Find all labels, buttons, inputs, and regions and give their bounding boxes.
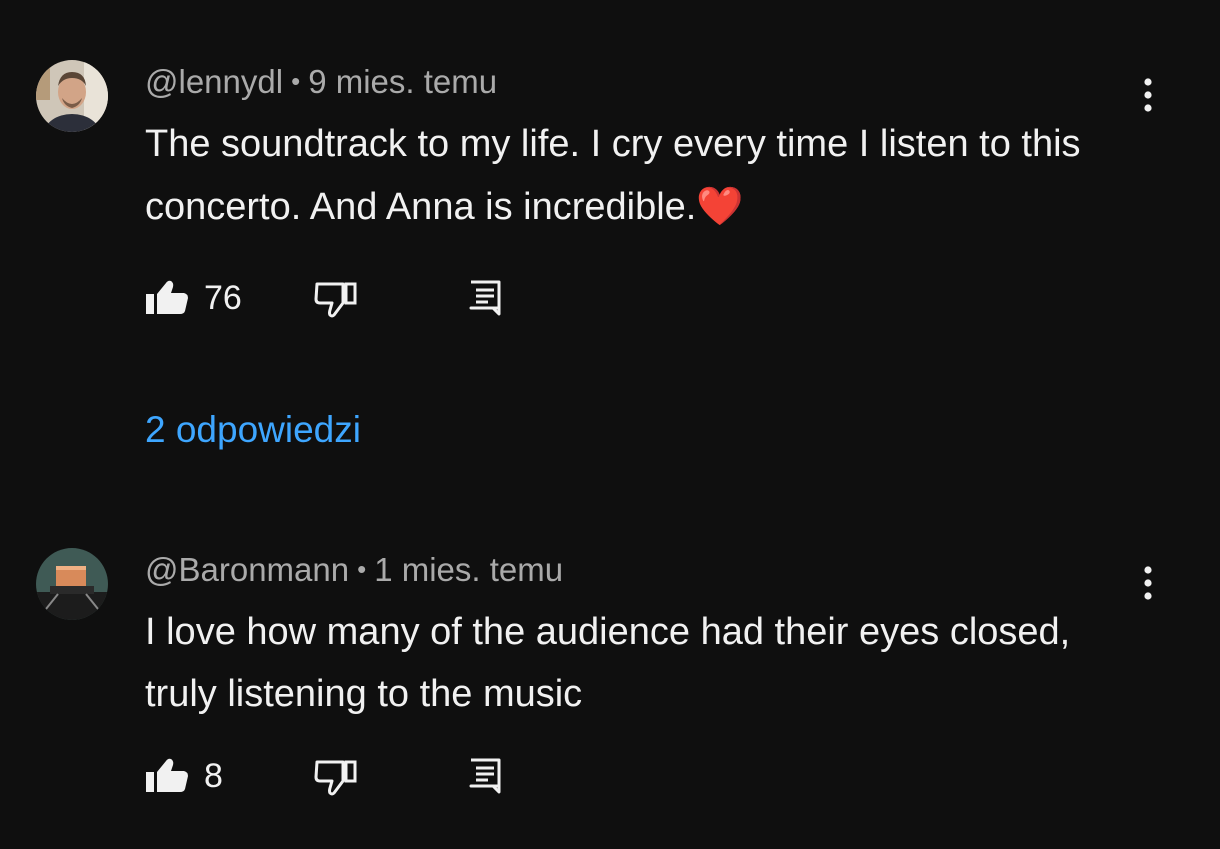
like-button[interactable] [145,754,189,798]
more-options-button[interactable] [1132,562,1164,602]
author-name[interactable]: @lennydl [145,63,283,100]
dislike-button[interactable] [313,754,359,798]
avatar[interactable] [36,548,108,620]
comments-section: @lennydl • 9 mies. temu The soundtrack to … [0,0,1220,849]
comment-meta: @Baronmann • 1 mies. temu [145,548,563,591]
view-replies-link[interactable]: 2 odpowiedzi [145,408,361,452]
comment-body: I love how many of the audience had thei… [145,611,1071,715]
comment-text: The soundtrack to my life. I cry every t… [145,113,1125,238]
author-name[interactable]: @Baronmann [145,551,349,588]
thumb-down-icon [314,760,357,796]
heart-emoji: ❤️ [696,184,744,228]
more-options-button[interactable] [1132,74,1164,114]
thumb-up-icon [146,280,188,314]
reply-button[interactable] [467,276,503,320]
reply-icon [469,280,501,316]
dislike-button[interactable] [313,276,359,320]
comment-time[interactable]: 1 mies. temu [374,551,563,588]
comment-time[interactable]: 9 mies. temu [308,63,497,100]
comment-body: The soundtrack to my life. I cry every t… [145,123,1081,228]
like-count: 76 [204,279,242,317]
reply-icon [469,758,501,794]
reply-button[interactable] [467,754,503,798]
meta-separator: • [291,66,301,96]
thumb-down-icon [314,282,357,318]
like-count: 8 [204,757,223,795]
meta-separator: • [357,554,367,584]
more-vert-icon [1144,566,1152,600]
like-button[interactable] [145,276,189,320]
comment-meta: @lennydl • 9 mies. temu [145,60,497,103]
thumb-up-icon [146,758,188,792]
more-vert-icon [1144,78,1152,112]
avatar[interactable] [36,60,108,132]
comment-text: I love how many of the audience had thei… [145,601,1125,725]
